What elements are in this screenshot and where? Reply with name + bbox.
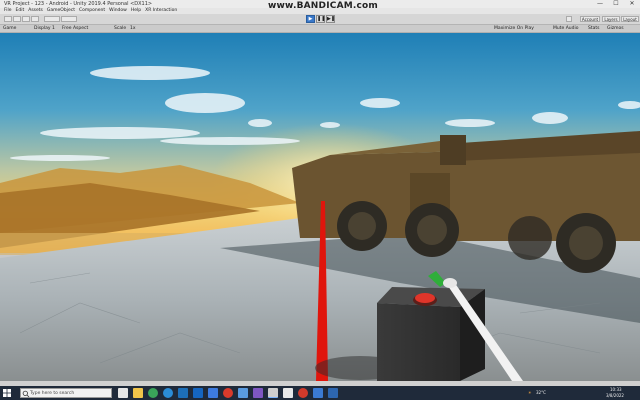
maximize-button[interactable]: ☐ xyxy=(608,0,624,8)
move-tool-icon[interactable] xyxy=(13,16,21,22)
clock-time[interactable]: 10:33 xyxy=(610,387,622,392)
window-title-bar: VR Project - 123 - Android - Unity 2019.… xyxy=(0,0,640,11)
maximize-on-play-toggle[interactable]: Maximize On Play xyxy=(494,25,534,32)
windows-taskbar: Type here to search ☀ 32°C 10:33 3/8/202… xyxy=(0,386,640,400)
pause-button[interactable]: ❚❚ xyxy=(316,15,325,23)
step-button[interactable]: ▶❚ xyxy=(326,15,335,23)
taskbar-search-input[interactable]: Type here to search xyxy=(20,388,112,398)
layers-dropdown[interactable]: Layers xyxy=(602,16,620,22)
window-title: VR Project - 123 - Android - Unity 2019.… xyxy=(4,1,153,7)
game-scene xyxy=(0,33,640,381)
unity-icon[interactable] xyxy=(268,388,278,398)
account-dropdown[interactable]: Account xyxy=(580,16,600,22)
store-icon[interactable] xyxy=(193,388,203,398)
windows-start-icon[interactable] xyxy=(2,388,12,398)
gizmos-dropdown[interactable]: Gizmos xyxy=(607,25,624,32)
local-toggle[interactable] xyxy=(61,16,77,22)
system-tray: ☀ 32°C 10:33 3/8/2022 xyxy=(528,387,638,399)
aspect-dropdown[interactable]: Free Aspect xyxy=(62,25,88,32)
cloud-icon[interactable] xyxy=(566,16,572,22)
rotate-tool-icon[interactable] xyxy=(22,16,30,22)
app-red-icon[interactable] xyxy=(223,388,233,398)
app-blue-icon[interactable] xyxy=(328,388,338,398)
photos-icon[interactable] xyxy=(238,388,248,398)
pivot-toggle[interactable] xyxy=(44,16,60,22)
app-white-icon[interactable] xyxy=(283,388,293,398)
red-button[interactable] xyxy=(415,293,435,303)
task-view-icon[interactable] xyxy=(118,388,128,398)
weather-temp: 32°C xyxy=(536,390,546,395)
scale-value[interactable]: 1x xyxy=(130,25,136,32)
chrome-icon[interactable] xyxy=(148,388,158,398)
weather-icon: ☀ xyxy=(528,390,532,395)
game-viewport[interactable] xyxy=(0,33,640,381)
visual-studio-icon[interactable] xyxy=(253,388,263,398)
layout-dropdown[interactable]: Layout xyxy=(621,16,639,22)
clock-date[interactable]: 3/8/2022 xyxy=(606,393,624,398)
edge-icon[interactable] xyxy=(163,388,173,398)
bandicam-icon[interactable] xyxy=(298,388,308,398)
zoom-icon[interactable] xyxy=(313,388,323,398)
game-view-header: Game Display 1 Free Aspect Scale 1x Maxi… xyxy=(0,25,640,33)
button-box xyxy=(377,287,485,381)
tab-game[interactable]: Game xyxy=(3,25,16,32)
minimize-button[interactable]: — xyxy=(592,0,608,8)
scale-label: Scale xyxy=(114,26,127,31)
display-dropdown[interactable]: Display 1 xyxy=(34,25,55,32)
play-button[interactable]: ▶ xyxy=(306,15,315,23)
mute-audio-toggle[interactable]: Mute Audio xyxy=(553,25,579,32)
search-placeholder: Type here to search xyxy=(30,391,75,396)
mail-icon[interactable] xyxy=(208,388,218,398)
hand-tool-icon[interactable] xyxy=(4,16,12,22)
main-toolbar: ▶ ❚❚ ▶❚ Account Layers Layout xyxy=(0,14,640,25)
stats-toggle[interactable]: Stats xyxy=(588,25,600,32)
scale-tool-icon[interactable] xyxy=(31,16,39,22)
close-button[interactable]: ✕ xyxy=(624,0,640,8)
search-icon xyxy=(22,390,30,398)
file-explorer-icon[interactable] xyxy=(133,388,143,398)
outlook-icon[interactable] xyxy=(178,388,188,398)
